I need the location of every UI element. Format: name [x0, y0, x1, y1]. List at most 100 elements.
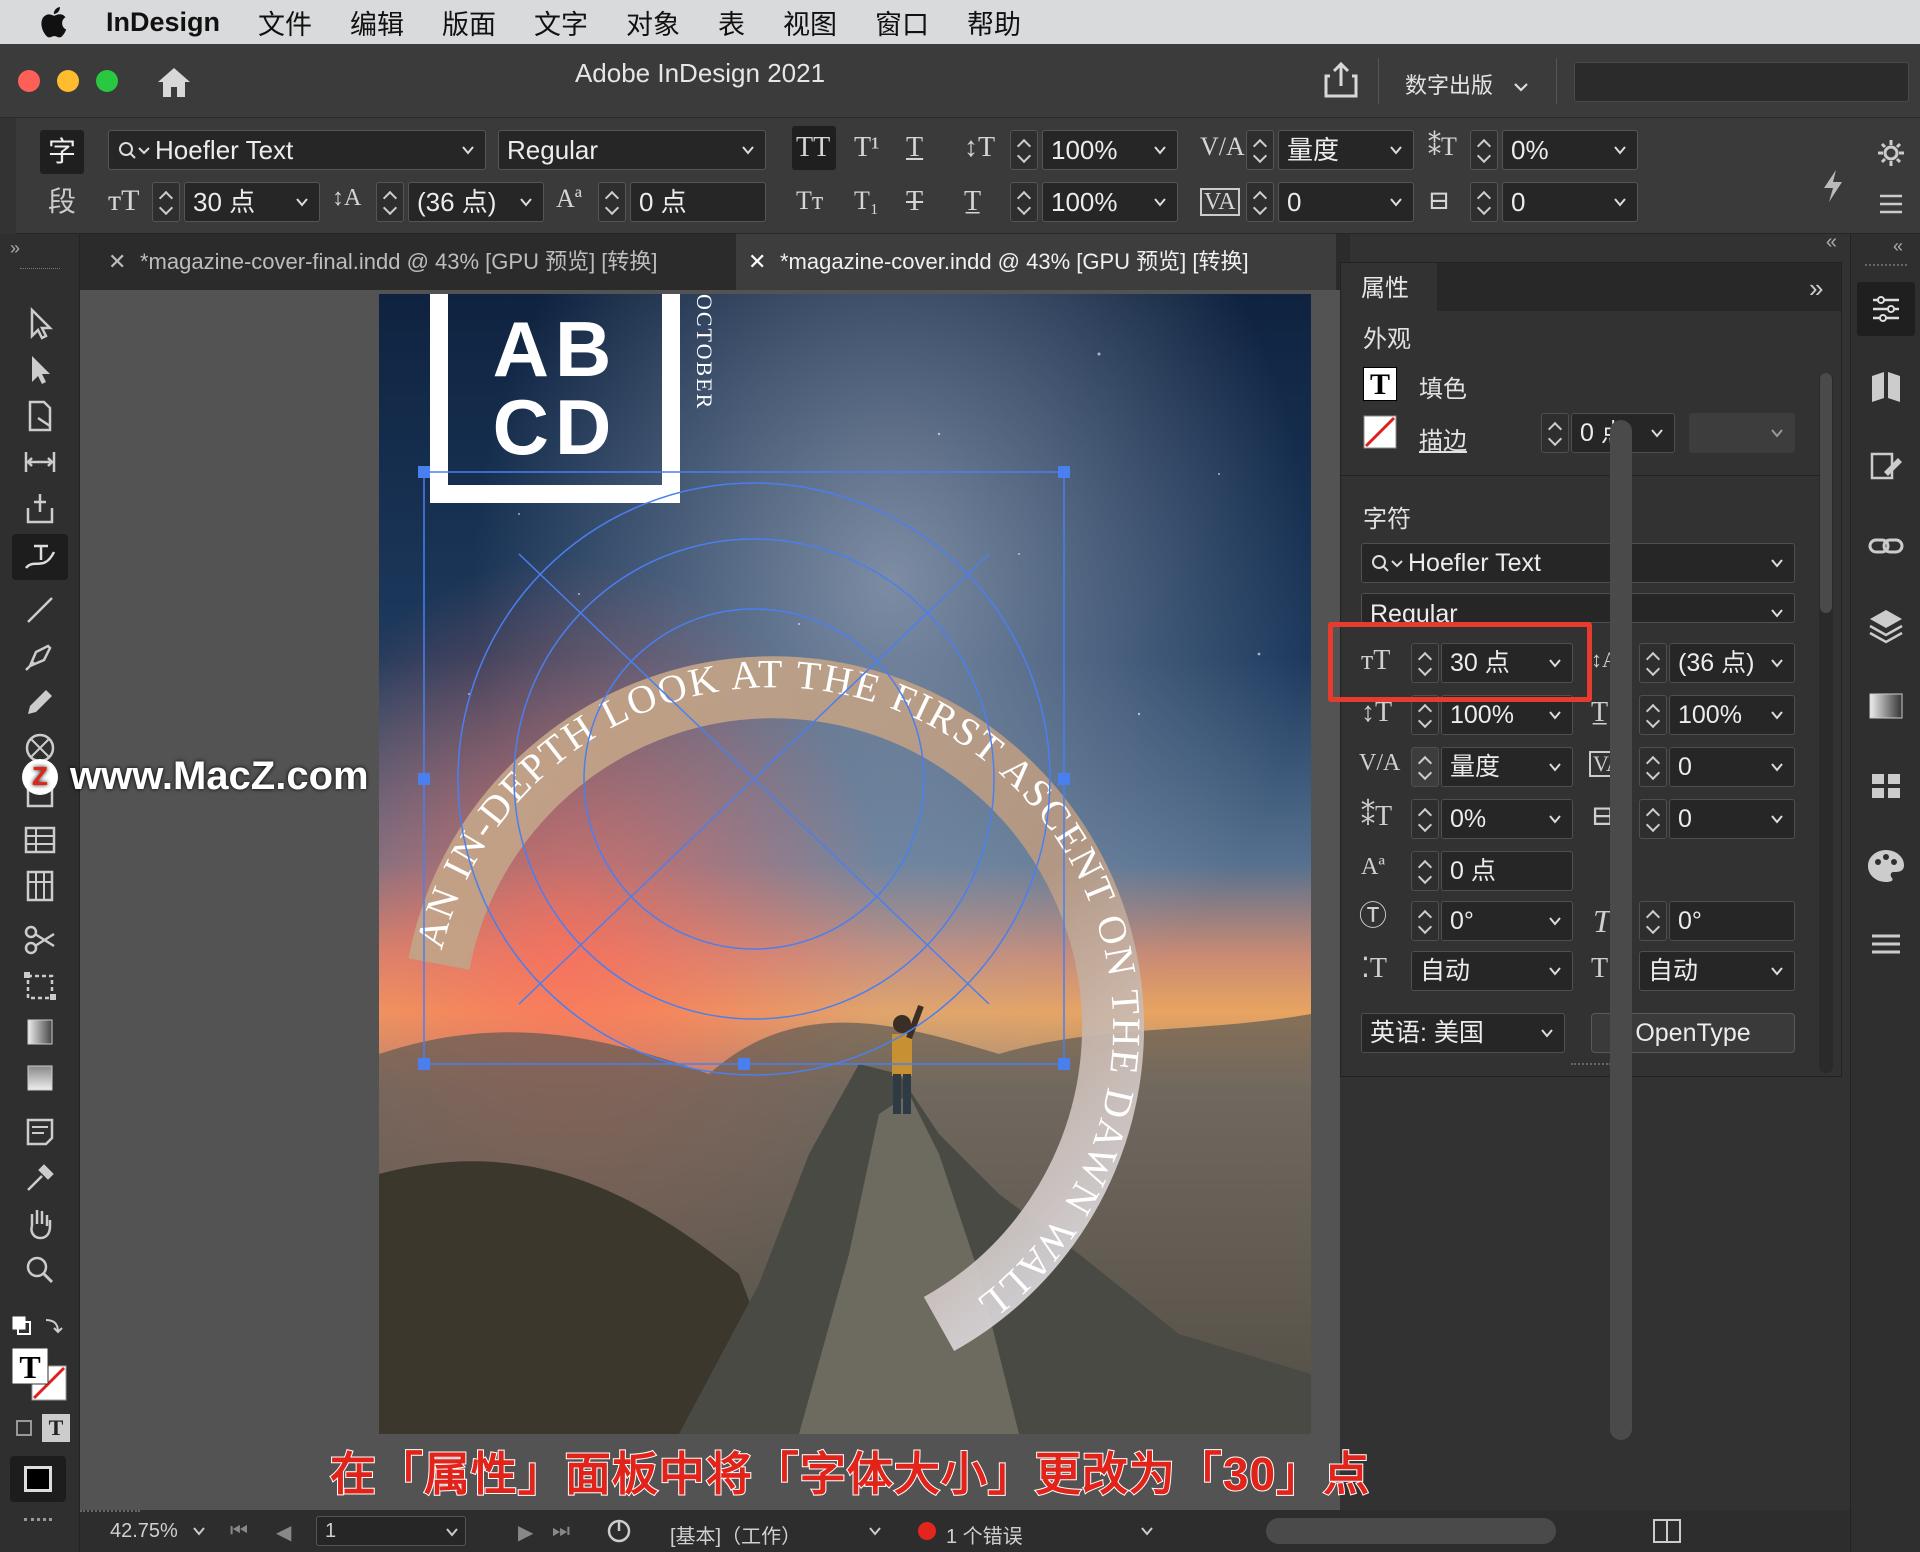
chevron-down-icon[interactable]	[295, 195, 309, 209]
selection-tool-icon[interactable]	[20, 304, 60, 344]
direct-selection-tool-icon[interactable]	[20, 350, 60, 390]
stroke-type-field[interactable]	[1689, 413, 1795, 453]
vertical-scale-stepper[interactable]	[1010, 130, 1038, 170]
menu-layout[interactable]: 版面	[442, 3, 496, 42]
font-family-field[interactable]: Hoefler Text	[108, 130, 486, 170]
scissors-tool-icon[interactable]	[20, 920, 60, 960]
tracking-stepper[interactable]	[1246, 182, 1274, 222]
menu-view[interactable]: 视图	[783, 3, 837, 42]
leading-stepper[interactable]	[1639, 643, 1667, 683]
line-tool-icon[interactable]	[20, 590, 60, 630]
chevron-down-icon[interactable]	[1548, 708, 1562, 722]
magazine-cover-page[interactable]: AB CD OCTOBER AN IN-DEPTH LOOK AT THE FI…	[379, 294, 1311, 1434]
pen-tool-icon[interactable]	[20, 636, 60, 676]
screen-mode-button[interactable]	[10, 1456, 66, 1502]
chevron-down-icon[interactable]	[1153, 195, 1167, 209]
split-view-icon[interactable]	[1652, 1518, 1682, 1544]
tracking-field[interactable]: 0	[1669, 747, 1795, 787]
chevron-down-icon[interactable]	[1650, 426, 1664, 440]
grid-tool-icon[interactable]	[20, 866, 60, 906]
chevron-down-icon[interactable]	[1770, 760, 1784, 774]
collapse-tools-icon[interactable]: »	[10, 238, 20, 259]
pages-icon[interactable]	[1864, 364, 1908, 408]
panel-scrollbar[interactable]	[1819, 373, 1833, 1073]
gradient-swatch-tool-icon[interactable]	[20, 1012, 60, 1052]
char-spacing-field[interactable]: 0	[1669, 799, 1795, 839]
chevron-down-icon[interactable]	[1770, 812, 1784, 826]
menu-icon[interactable]	[1876, 192, 1906, 216]
menu-window[interactable]: 窗口	[875, 3, 929, 42]
horizontal-scale-stepper[interactable]	[1010, 182, 1038, 222]
menu-type[interactable]: 文字	[534, 3, 588, 42]
skew-stepper[interactable]	[1470, 130, 1498, 170]
chevron-down-icon[interactable]	[1770, 556, 1784, 570]
italic-angle-field[interactable]: 0°	[1669, 901, 1795, 941]
font-size-field[interactable]: 30 点	[184, 182, 320, 222]
chevron-down-icon[interactable]	[1770, 656, 1784, 670]
leading-field[interactable]: (36 点)	[408, 182, 544, 222]
skew-field[interactable]: 0%	[1502, 130, 1638, 170]
links-icon[interactable]	[1864, 524, 1908, 568]
horizontal-scale-field[interactable]: 100%	[1042, 182, 1178, 222]
small-caps-icon[interactable]: Tт	[796, 188, 823, 214]
pencil-tool-icon[interactable]	[20, 682, 60, 722]
leading-field[interactable]: (36 点)	[1669, 643, 1795, 683]
vertical-scrollbar[interactable]	[1610, 420, 1632, 1440]
baseline-shift-field[interactable]: 0 点	[630, 182, 766, 222]
table-tool-icon[interactable]	[20, 820, 60, 860]
zoom-tool-icon[interactable]	[20, 1250, 60, 1290]
kerning-stepper[interactable]	[1246, 130, 1274, 170]
last-page-icon[interactable]: ⏭	[552, 1520, 570, 1543]
italic-angle-stepper[interactable]	[1639, 901, 1667, 941]
chevron-down-icon[interactable]	[868, 1526, 882, 1536]
menu-help[interactable]: 帮助	[967, 3, 1021, 42]
content-collector-icon[interactable]	[20, 488, 60, 528]
paragraph-mode-button[interactable]: 段	[40, 180, 84, 224]
tools-bottom-grip[interactable]	[24, 1518, 52, 1538]
properties-dock-button[interactable]	[1857, 282, 1915, 336]
share-icon[interactable]	[1322, 60, 1360, 100]
auto-field-2[interactable]: 自动	[1639, 951, 1795, 991]
page-tool-icon[interactable]	[20, 396, 60, 436]
font-style-field[interactable]: Regular	[498, 130, 766, 170]
chevron-down-icon[interactable]	[1389, 195, 1403, 209]
chevron-down-icon[interactable]	[1770, 708, 1784, 722]
font-family-field[interactable]: Hoefler Text	[1361, 543, 1795, 583]
gradient-feather-tool-icon[interactable]	[20, 1058, 60, 1098]
chevron-down-icon[interactable]	[1770, 606, 1784, 620]
fill-stroke-swatch[interactable]: T	[10, 1346, 70, 1404]
close-tab-icon[interactable]: ✕	[108, 234, 126, 290]
all-caps-button[interactable]: TT	[792, 126, 836, 170]
chevron-down-icon[interactable]	[519, 195, 533, 209]
chevron-down-icon[interactable]	[445, 1527, 459, 1537]
stroke-label[interactable]: 描边	[1419, 421, 1467, 456]
document-tab[interactable]: ✕ *magazine-cover-final.indd @ 43% [GPU …	[96, 234, 732, 290]
horizontal-scale-stepper[interactable]	[1639, 695, 1667, 735]
tracking-field[interactable]: 0	[1278, 182, 1414, 222]
auto-field-1[interactable]: 自动	[1411, 951, 1573, 991]
chevron-down-icon[interactable]	[192, 1526, 206, 1536]
stroke-none-icon[interactable]	[1363, 415, 1397, 449]
chevron-down-icon[interactable]	[741, 143, 755, 157]
apply-to-container-icon[interactable]	[16, 1420, 32, 1436]
document-tab-active[interactable]: ✕ *magazine-cover.indd @ 43% [GPU 预览] [转…	[736, 234, 1336, 290]
stroke-weight-stepper[interactable]	[1541, 413, 1569, 453]
underline-icon[interactable]: T	[906, 134, 923, 162]
previous-page-icon[interactable]: ◀	[276, 1520, 291, 1545]
panel-menu-icon[interactable]: »	[1809, 273, 1823, 304]
menu-table[interactable]: 表	[718, 3, 745, 42]
properties-tab[interactable]: 属性	[1341, 263, 1437, 311]
first-page-icon[interactable]: ⏮	[230, 1520, 248, 1543]
home-icon[interactable]	[154, 64, 194, 100]
stroke-panel-icon[interactable]	[1864, 684, 1908, 728]
language-field[interactable]: 英语: 美国	[1361, 1013, 1565, 1053]
chevron-down-icon[interactable]	[1548, 760, 1562, 774]
zoom-window-button[interactable]	[96, 70, 118, 92]
tracking-stepper[interactable]	[1639, 747, 1667, 787]
hand-tool-icon[interactable]	[20, 1204, 60, 1244]
error-count[interactable]: 1 个错误	[946, 1520, 1023, 1549]
skew-field[interactable]: 0%	[1441, 799, 1573, 839]
kerning-field[interactable]: 量度	[1278, 130, 1414, 170]
dock-grip[interactable]	[1865, 264, 1907, 267]
leading-stepper[interactable]	[376, 182, 404, 222]
